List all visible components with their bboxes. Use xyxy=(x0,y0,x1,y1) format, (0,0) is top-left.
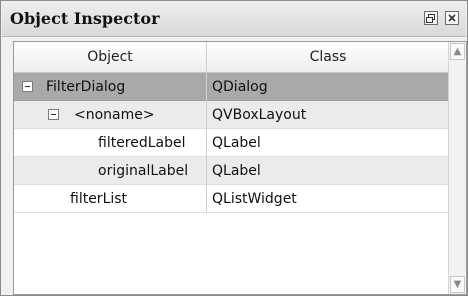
arrow-up-icon: ▲ xyxy=(453,46,462,57)
class-name: QDialog xyxy=(212,79,268,95)
class-name: QVBoxLayout xyxy=(212,107,307,123)
float-button[interactable] xyxy=(424,11,438,25)
float-icon xyxy=(426,14,435,23)
column-header-class[interactable]: Class xyxy=(206,42,449,72)
arrow-down-icon: ▼ xyxy=(453,279,462,290)
panel-title: Object Inspector xyxy=(10,9,160,28)
column-divider xyxy=(206,157,207,185)
class-name: QLabel xyxy=(212,163,261,179)
close-icon xyxy=(448,14,456,22)
object-inspector-panel: Object Inspector Object Class FilterDial… xyxy=(0,0,468,296)
column-divider xyxy=(206,101,207,129)
column-header-object[interactable]: Object xyxy=(14,42,206,72)
object-name: filteredLabel xyxy=(98,135,186,151)
object-name: filterList xyxy=(70,191,128,207)
tree-row-filterdialog[interactable]: FilterDialog QDialog xyxy=(14,73,448,101)
object-name: originalLabel xyxy=(98,163,189,179)
column-divider xyxy=(206,185,207,213)
tree-row-noname[interactable]: <noname> QVBoxLayout xyxy=(14,101,448,129)
tree-rows: FilterDialog QDialog <noname> QVBoxLayou… xyxy=(14,73,448,213)
class-name: QListWidget xyxy=(212,191,297,207)
title-bar: Object Inspector xyxy=(2,2,466,37)
collapse-icon[interactable] xyxy=(48,109,59,120)
tree-row-filterlist[interactable]: filterList QListWidget xyxy=(14,185,448,213)
object-name: FilterDialog xyxy=(46,79,126,95)
object-tree[interactable]: Object Class FilterDialog QDialog <nonam… xyxy=(13,41,467,295)
vertical-scrollbar[interactable]: ▲ ▼ xyxy=(448,42,466,294)
collapse-icon[interactable] xyxy=(22,81,33,92)
object-name: <noname> xyxy=(74,107,155,123)
tree-row-filteredlabel[interactable]: filteredLabel QLabel xyxy=(14,129,448,157)
class-name: QLabel xyxy=(212,135,261,151)
column-divider xyxy=(206,129,207,157)
scroll-down-button[interactable]: ▼ xyxy=(450,276,465,293)
close-button[interactable] xyxy=(445,11,459,25)
tree-header: Object Class xyxy=(14,42,448,73)
column-divider xyxy=(206,73,207,101)
tree-row-originallabel[interactable]: originalLabel QLabel xyxy=(14,157,448,185)
scroll-up-button[interactable]: ▲ xyxy=(450,43,465,60)
